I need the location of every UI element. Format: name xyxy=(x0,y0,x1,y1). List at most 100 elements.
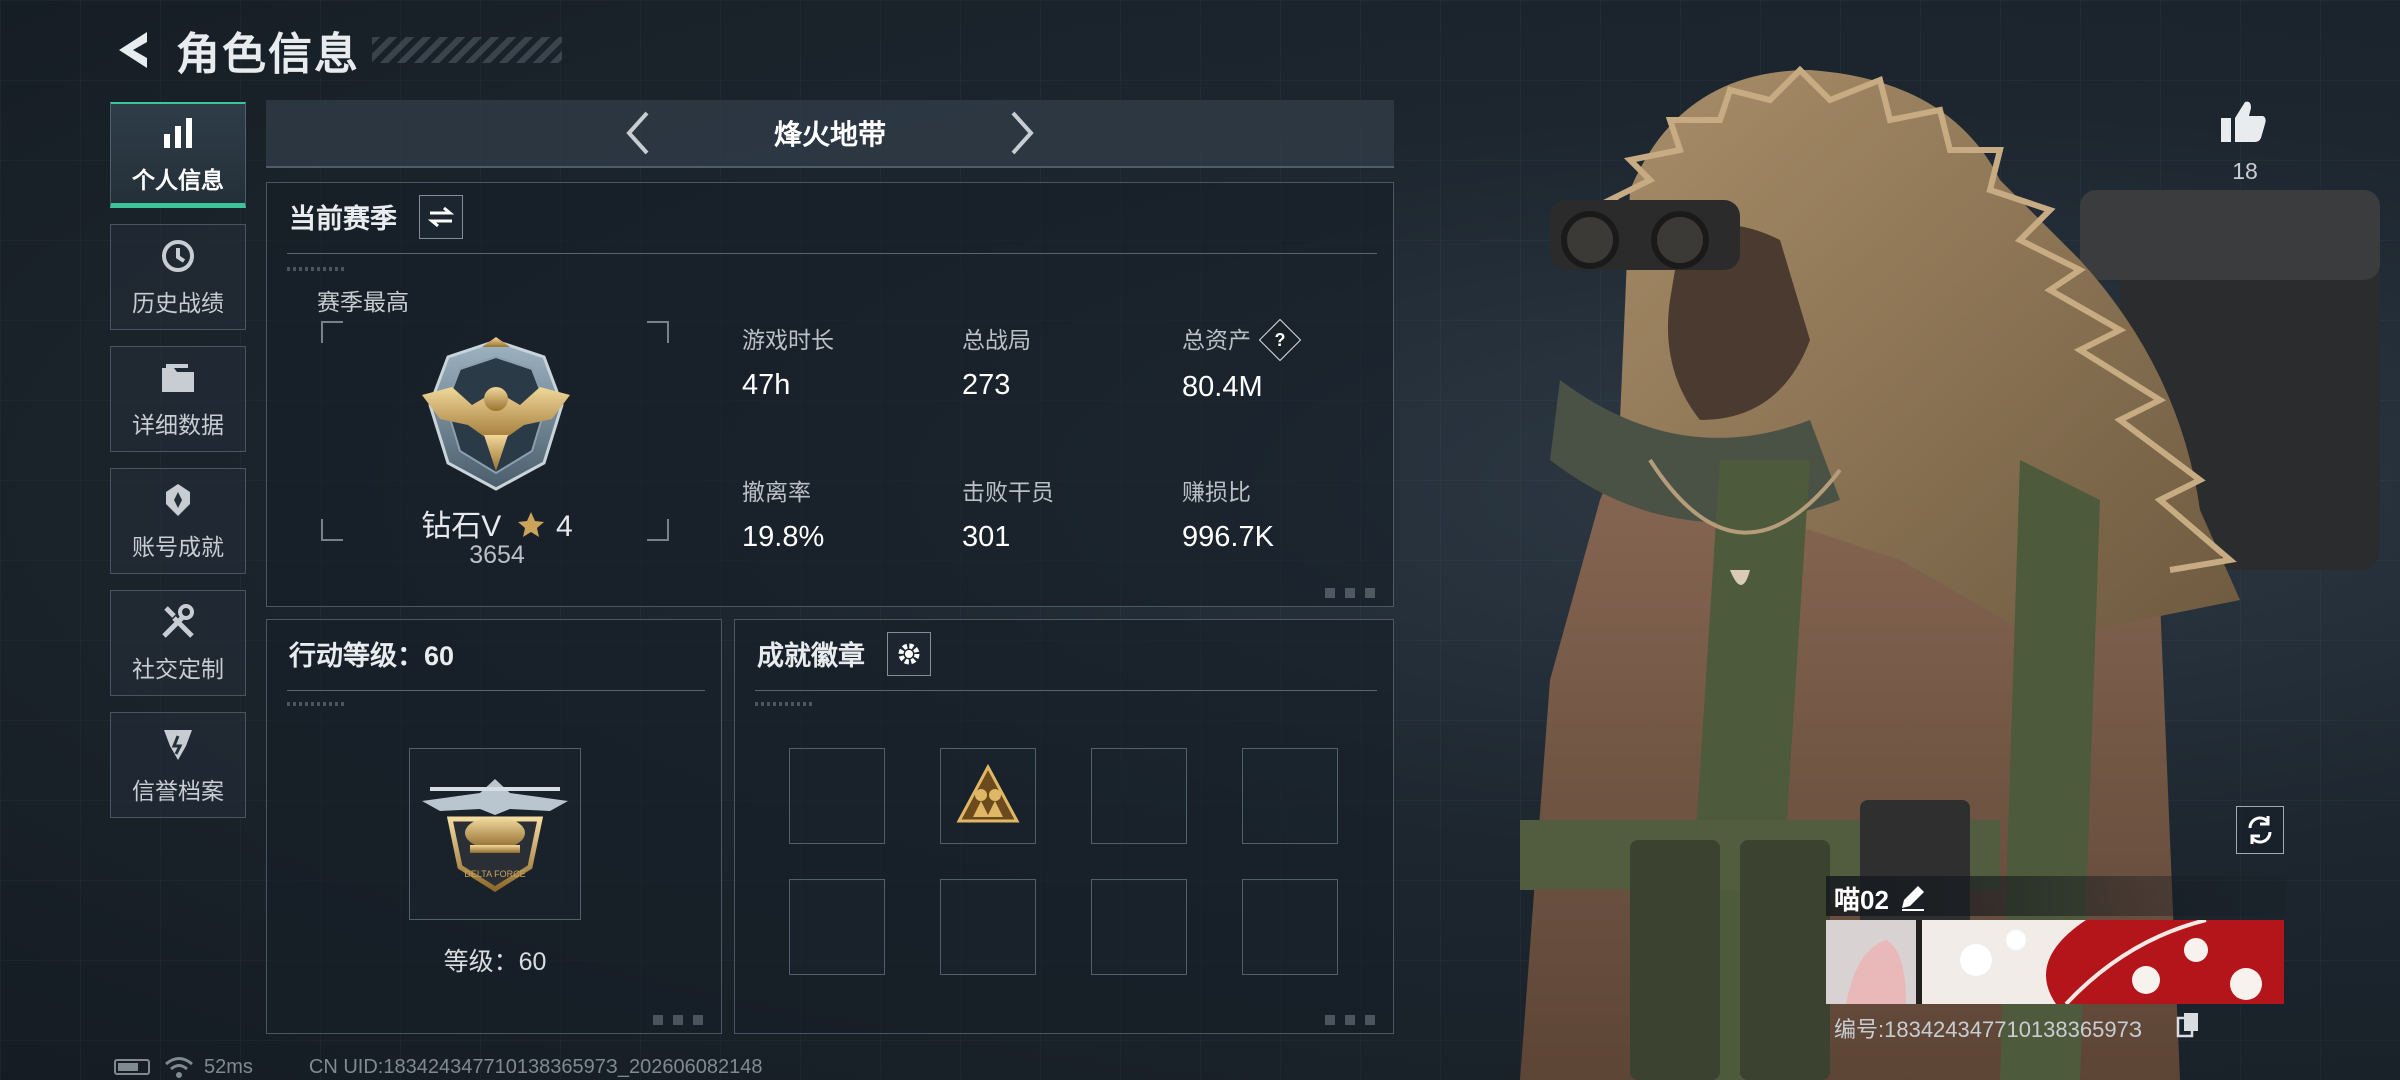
stat-value: 47h xyxy=(742,369,791,401)
badge-slot[interactable] xyxy=(1242,879,1338,975)
stat-label: 总战局 xyxy=(962,327,1031,353)
back-button[interactable] xyxy=(108,25,158,75)
divider-decoration xyxy=(287,267,347,271)
stat-value: 273 xyxy=(962,369,1011,401)
divider xyxy=(287,253,1377,254)
mode-selector: 烽火地带 xyxy=(266,100,1394,168)
rank-stars-count: 4 xyxy=(556,510,573,543)
divider xyxy=(287,690,705,691)
stat-value: 996.7K xyxy=(1182,521,1274,553)
like-count: 18 xyxy=(2232,158,2258,184)
stat-label: 撤离率 xyxy=(742,479,811,505)
sidebar-item-credit[interactable]: 信誉档案 xyxy=(110,712,246,818)
mode-prev-button[interactable] xyxy=(616,108,660,158)
frame-corner xyxy=(321,321,343,343)
action-level-panel: 行动等级：60 DELTA FORCE 等级：60 xyxy=(266,619,722,1034)
emblem-text: DELTA FORCE xyxy=(464,869,525,879)
footer-uid: CN UID:18342434771013836597З_20260608214… xyxy=(308,1055,763,1078)
sidebar-item-detailed-data[interactable]: 详细数据 xyxy=(110,346,246,452)
chevron-left-icon xyxy=(626,111,649,155)
season-best-label: 赛季最高 xyxy=(317,289,409,315)
helicopter-emblem: DELTA FORCE xyxy=(422,779,568,892)
badge-slot[interactable] xyxy=(1091,748,1187,844)
season-switch-button[interactable] xyxy=(419,195,463,239)
stat-label: 总资产 xyxy=(1182,327,1251,353)
stat-label: 赚损比 xyxy=(1182,479,1251,505)
season-title: 当前赛季 xyxy=(289,204,397,234)
thumbs-up-icon xyxy=(2221,101,2266,142)
help-icon[interactable]: ? xyxy=(1259,318,1302,362)
season-panel: 当前赛季 赛季最高 钻石V 4 3654 游戏时长 47h 总战局 273 总资… xyxy=(266,182,1394,607)
rotate-icon xyxy=(2248,816,2272,844)
badges-title: 成就徽章 xyxy=(757,641,865,671)
page-header: 角色信息 xyxy=(108,20,562,80)
stat-value: 19.8% xyxy=(742,521,825,553)
diamond-rank-emblem xyxy=(422,337,570,491)
stat-profit-ratio: 赚损比 996.7K xyxy=(1182,473,1274,554)
help-icon-glyph: ? xyxy=(1274,329,1286,350)
title-decoration xyxy=(372,37,562,63)
action-level-title: 行动等级：60 xyxy=(289,641,455,671)
achievement-icon xyxy=(158,480,198,520)
badge-slot[interactable] xyxy=(940,748,1036,844)
tools-icon xyxy=(158,602,198,642)
badge-slot[interactable] xyxy=(1242,748,1338,844)
sidebar-item-label: 详细数据 xyxy=(132,412,224,438)
level-emblem-frame: DELTA FORCE xyxy=(409,748,581,920)
sidebar-item-label: 个人信息 xyxy=(132,166,224,193)
like-button[interactable] xyxy=(2218,98,2270,149)
status-footer: 52ms CN UID:18342434771013836597З_202606… xyxy=(114,1054,763,1080)
sidebar-item-label: 历史战绩 xyxy=(132,290,224,316)
stat-value: 301 xyxy=(962,521,1011,553)
gear-icon xyxy=(898,643,920,665)
sidebar-item-social[interactable]: 社交定制 xyxy=(110,590,246,696)
edit-name-button[interactable] xyxy=(1898,882,1928,912)
sidebar-item-history[interactable]: 历史战绩 xyxy=(110,224,246,330)
panel-corner-decoration xyxy=(1325,588,1385,598)
divider-decoration xyxy=(755,702,815,706)
stat-operators-defeated: 击败干员 301 xyxy=(962,473,1054,554)
player-uid: 编号:18342434771013836597З xyxy=(1834,1017,2143,1042)
back-arrow-icon xyxy=(119,32,147,68)
star-icon xyxy=(517,512,544,537)
stat-label-row: 总资产 ? xyxy=(1182,318,1302,362)
chevron-right-icon xyxy=(1011,111,1034,155)
copy-icon xyxy=(2176,1013,2198,1038)
rank-score: 3654 xyxy=(469,541,525,569)
sidebar-item-label: 账号成就 xyxy=(132,534,224,560)
team-badge-icon xyxy=(956,763,1020,823)
stat-total-assets: 总资产 ? 80.4M xyxy=(1182,318,1302,404)
profile-banner[interactable] xyxy=(1826,920,2284,1004)
frame-corner xyxy=(647,321,669,343)
pencil-icon xyxy=(1902,886,1924,911)
mode-next-button[interactable] xyxy=(1000,108,1044,158)
divider xyxy=(755,690,1377,691)
sidebar-item-achievements[interactable]: 账号成就 xyxy=(110,468,246,574)
badges-settings-button[interactable] xyxy=(887,632,931,676)
rank-tier-text: 钻石V xyxy=(421,510,502,543)
badge-slot[interactable] xyxy=(789,748,885,844)
wifi-icon xyxy=(165,1057,193,1078)
level-text: 等级：60 xyxy=(443,948,547,976)
page-title: 角色信息 xyxy=(176,30,360,79)
panel-corner-decoration xyxy=(1325,1015,1385,1025)
history-icon xyxy=(158,236,198,276)
badge-slot[interactable] xyxy=(1091,879,1187,975)
sidebar-item-personal-info[interactable]: 个人信息 xyxy=(110,102,246,208)
stat-label: 游戏时长 xyxy=(742,327,834,353)
folder-icon xyxy=(158,358,198,398)
ping-value: 52ms xyxy=(204,1055,253,1078)
sidebar: 个人信息 历史战绩 详细数据 账号成就 社交定制 信誉档案 xyxy=(110,102,248,834)
stat-label: 击败干员 xyxy=(962,479,1054,505)
copy-uid-button[interactable] xyxy=(2176,1012,2200,1038)
panel-corner-decoration xyxy=(653,1015,713,1025)
badge-slot[interactable] xyxy=(940,879,1036,975)
stat-total-matches: 总战局 273 xyxy=(962,321,1031,402)
rotate-model-button[interactable] xyxy=(2236,806,2284,854)
battery-icon xyxy=(114,1059,150,1075)
player-name: 喵02 xyxy=(1834,885,1889,915)
badges-panel: 成就徽章 xyxy=(734,619,1394,1034)
rank-name: 钻石V 4 xyxy=(267,501,727,545)
swap-icon xyxy=(428,206,454,228)
badge-slot[interactable] xyxy=(789,879,885,975)
